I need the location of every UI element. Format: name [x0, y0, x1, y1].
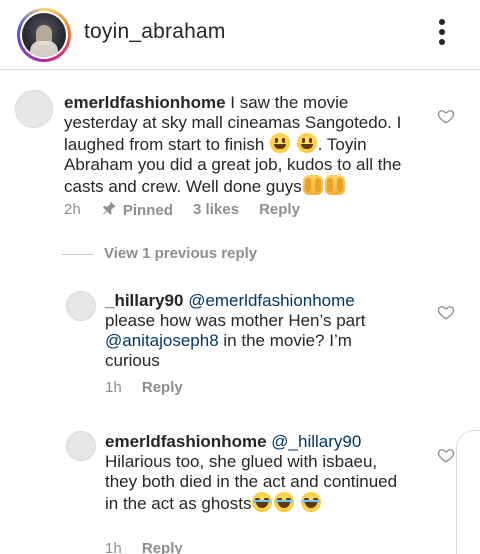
tears-of-joy-icon: [252, 492, 273, 512]
comment-time: 2h: [64, 200, 81, 218]
reply-button[interactable]: Reply: [142, 379, 183, 396]
reply-button[interactable]: Reply: [259, 201, 300, 218]
view-previous-label: View 1 previous reply: [104, 245, 258, 262]
comment-meta: 2h Pinned 3 likes Reply: [64, 200, 316, 219]
mention-link[interactable]: @emerldfashionhome: [188, 291, 355, 310]
reply-button[interactable]: Reply: [142, 540, 183, 554]
commenter-avatar[interactable]: [66, 431, 96, 461]
profile-avatar[interactable]: [17, 8, 71, 62]
post-header: toyin_abraham: [0, 0, 480, 70]
raising-hands-icon: [302, 175, 323, 195]
comment-time: 1h: [105, 539, 122, 554]
view-previous-replies[interactable]: View 1 previous reply: [62, 245, 257, 262]
mention-link[interactable]: @_hillary90: [271, 432, 361, 451]
comment-text: emerldfashionhome I saw the movie yester…: [64, 93, 404, 197]
comment-body: Hilarious too, she glued with isbaeu, th…: [105, 452, 398, 513]
heart-outline-icon[interactable]: [437, 303, 455, 321]
commenter-avatar[interactable]: [66, 291, 96, 321]
comment-text: emerldfashionhome @_hillary90 Hilarious …: [105, 432, 405, 514]
tears-of-joy-icon: [274, 492, 295, 512]
more-options-icon[interactable]: [432, 16, 452, 48]
grinning-face-icon: [296, 133, 317, 153]
heart-outline-icon[interactable]: [437, 107, 455, 125]
view-replies-line: [62, 253, 94, 255]
pinned-text: Pinned: [122, 201, 173, 219]
raising-hands-icon: [324, 175, 345, 195]
comment-username[interactable]: emerldfashionhome: [64, 93, 226, 112]
comment-meta: 1h Reply: [105, 378, 199, 396]
mention-link[interactable]: @anitajoseph8: [105, 331, 219, 350]
pinned-label: Pinned: [101, 200, 173, 219]
pin-icon: [102, 201, 116, 215]
avatar-border: [20, 11, 68, 59]
comment-time: 1h: [105, 378, 122, 396]
grinning-face-icon: [270, 133, 291, 153]
comment-meta: 1h Reply: [105, 539, 199, 554]
likes-count[interactable]: 3 likes: [193, 201, 239, 218]
more-dot: [439, 39, 445, 45]
header-username[interactable]: toyin_abraham: [84, 20, 226, 44]
tears-of-joy-icon: [301, 492, 322, 512]
scroll-edge: [456, 430, 480, 554]
comment-text: _hillary90 @emerldfashionhome please how…: [105, 291, 405, 371]
comment-username[interactable]: _hillary90: [105, 291, 183, 310]
more-dot: [439, 29, 445, 35]
commenter-avatar[interactable]: [15, 90, 53, 128]
avatar-image: [22, 13, 66, 57]
comment-username[interactable]: emerldfashionhome: [105, 432, 267, 451]
heart-outline-icon[interactable]: [437, 446, 455, 464]
comment-body: please how was mother Hen’s part: [105, 311, 366, 330]
more-dot: [439, 19, 445, 25]
avatar-shirt: [30, 41, 58, 57]
